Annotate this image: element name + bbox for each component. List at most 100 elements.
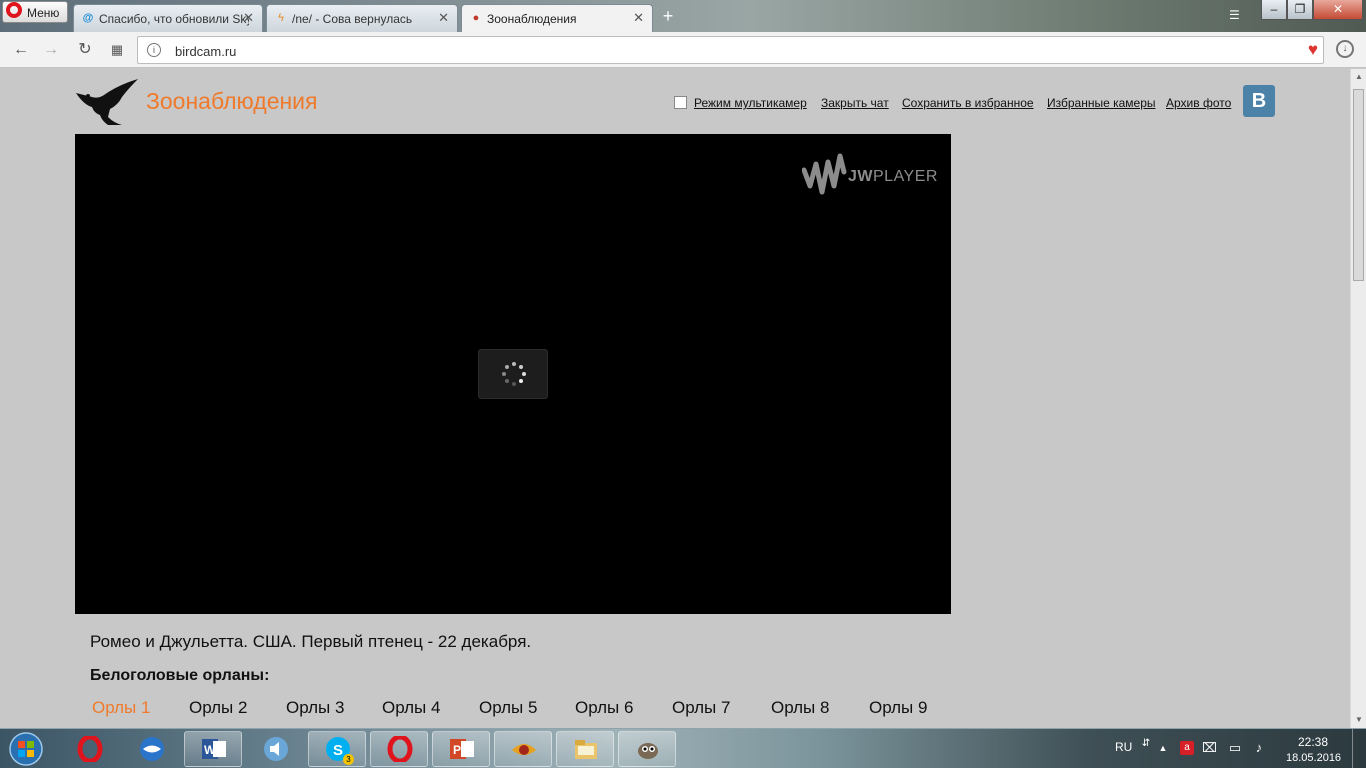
- opera-icon: [387, 736, 413, 762]
- scroll-down-icon[interactable]: ▼: [1351, 712, 1366, 728]
- scroll-up-icon[interactable]: ▲: [1351, 69, 1366, 85]
- jwplayer-wordmark: JWPLAYER: [848, 168, 938, 186]
- stream-caption: Ромео и Джульетта. США. Первый птенец - …: [90, 632, 532, 651]
- close-chat-link[interactable]: Закрыть чат: [821, 96, 889, 110]
- reload-icon[interactable]: ↻: [75, 40, 95, 60]
- svg-text:P: P: [453, 743, 461, 757]
- download-icon[interactable]: ↓: [1336, 40, 1354, 58]
- taskbar-opera[interactable]: [60, 731, 118, 767]
- spinner-icon: [502, 362, 526, 386]
- skype-badge: 3: [343, 754, 354, 765]
- word-icon: W: [202, 739, 226, 759]
- heart-icon[interactable]: ♥: [1308, 41, 1318, 59]
- speaker-app-icon: [264, 737, 288, 761]
- page-scrollbar[interactable]: ▲ ▼: [1350, 69, 1366, 728]
- camera-links: Орлы 1 Орлы 2 Орлы 3 Орлы 4 Орлы 5 Орлы …: [0, 698, 1000, 720]
- bird-logo-icon[interactable]: [74, 77, 140, 129]
- close-window-button[interactable]: ✕: [1313, 0, 1363, 20]
- photo-archive-link[interactable]: Архив фото: [1166, 96, 1231, 110]
- loading-spinner: [478, 349, 548, 399]
- menu-label: Меню: [27, 6, 60, 20]
- clock-time[interactable]: 22:38: [1298, 735, 1328, 749]
- close-icon[interactable]: ✕: [243, 10, 254, 26]
- speed-dial-grid-icon[interactable]: ▦: [107, 40, 127, 60]
- browser-tab-bar: Меню @ Спасибо, что обновили Skype ✕ ϟ /…: [0, 0, 1366, 32]
- windows-taskbar: W S 3 P RU ⇵ ▲ a ⌧ ▭ ♪ 22:38 18.05.2016: [0, 728, 1366, 768]
- tab-birdcam[interactable]: ● Зоонаблюдения ✕: [461, 4, 653, 32]
- close-icon[interactable]: ✕: [438, 10, 449, 26]
- show-hidden-icons-icon[interactable]: ▲: [1156, 741, 1170, 755]
- tab-title: /ne/ - Сова вернулась: [292, 12, 413, 26]
- bolt-icon: ϟ: [278, 12, 284, 24]
- volume-icon[interactable]: ♪: [1252, 741, 1266, 755]
- new-tab-button[interactable]: +: [658, 6, 678, 26]
- system-tray: RU ⇵ ▲ a ⌧ ▭ ♪ 22:38 18.05.2016: [1110, 729, 1366, 768]
- camera-link-2[interactable]: Орлы 2: [189, 698, 247, 718]
- minimize-button[interactable]: –: [1261, 0, 1287, 20]
- back-arrow-icon[interactable]: ←: [11, 40, 31, 60]
- camera-link-4[interactable]: Орлы 4: [382, 698, 440, 718]
- tab-ne[interactable]: ϟ /ne/ - Сова вернулась ✕: [266, 4, 458, 32]
- gimp-icon: [638, 743, 658, 759]
- show-desktop-button[interactable]: [1352, 729, 1366, 768]
- maximize-button[interactable]: ❐: [1287, 0, 1313, 20]
- taskbar-word[interactable]: W: [184, 731, 242, 767]
- multicam-checkbox[interactable]: [674, 96, 687, 109]
- jwplayer-wave-icon: [802, 153, 847, 195]
- taskbar-gimp[interactable]: [618, 731, 676, 767]
- forward-arrow-icon[interactable]: →: [41, 40, 61, 60]
- opera-logo-icon: [6, 2, 22, 18]
- network-icon[interactable]: ▭: [1228, 741, 1242, 755]
- jw-bold: JW: [848, 168, 873, 185]
- svg-text:S: S: [333, 742, 343, 759]
- section-heading: Белоголовые орланы:: [90, 667, 270, 684]
- thunderbird-icon: [140, 737, 164, 761]
- taskbar-speaker-app[interactable]: [246, 731, 304, 767]
- antivirus-icon[interactable]: a: [1180, 741, 1194, 755]
- camera-link-5[interactable]: Орлы 5: [479, 698, 537, 718]
- close-icon[interactable]: ✕: [633, 10, 644, 26]
- video-player[interactable]: JWPLAYER: [75, 134, 951, 614]
- camera-link-7[interactable]: Орлы 7: [672, 698, 730, 718]
- tab-skype[interactable]: @ Спасибо, что обновили Skype ✕: [73, 4, 263, 32]
- scrollbar-thumb[interactable]: [1353, 89, 1364, 281]
- tab-title: Спасибо, что обновили Skype: [99, 12, 249, 26]
- url-text: birdcam.ru: [175, 44, 237, 59]
- site-info-icon[interactable]: i: [147, 43, 161, 57]
- tab-menu-icon[interactable]: ☰: [1229, 8, 1240, 22]
- tab-title: Зоонаблюдения: [487, 12, 577, 26]
- taskbar-thunderbird[interactable]: [122, 731, 180, 767]
- site-logo-text[interactable]: Зоонаблюдения: [146, 88, 318, 115]
- page-content: Зоонаблюдения Режим мультикамер Закрыть …: [0, 69, 1350, 728]
- taskbar-explorer[interactable]: [556, 731, 614, 767]
- start-button[interactable]: [4, 731, 48, 767]
- camera-link-1[interactable]: Орлы 1: [92, 698, 150, 718]
- at-icon: @: [82, 12, 94, 24]
- taskbar-skype[interactable]: S 3: [308, 731, 366, 767]
- language-indicator[interactable]: RU: [1115, 740, 1132, 754]
- keyboard-icon[interactable]: ⇵: [1139, 737, 1153, 751]
- bird-favicon: ●: [472, 12, 480, 24]
- save-favorites-link[interactable]: Сохранить в избранное: [902, 96, 1034, 110]
- powerpoint-icon: P: [450, 739, 474, 759]
- address-bar-row: ← → ↻ ▦ i birdcam.ru ♥ ↓: [0, 32, 1366, 68]
- clock-date[interactable]: 18.05.2016: [1286, 752, 1341, 764]
- taskbar-powerpoint[interactable]: P: [432, 731, 490, 767]
- camera-link-6[interactable]: Орлы 6: [575, 698, 633, 718]
- svg-text:W: W: [204, 743, 216, 757]
- opera-menu-button[interactable]: Меню: [2, 1, 68, 23]
- opera-icon: [77, 736, 103, 762]
- camera-link-3[interactable]: Орлы 3: [286, 698, 344, 718]
- xnview-icon: [512, 744, 536, 755]
- usb-device-icon[interactable]: ⌧: [1202, 741, 1217, 755]
- taskbar-xnview[interactable]: [494, 731, 552, 767]
- address-field[interactable]: i birdcam.ru ♥: [137, 36, 1324, 64]
- multicam-mode-link[interactable]: Режим мультикамер: [694, 96, 807, 110]
- vk-share-button[interactable]: В: [1243, 85, 1275, 117]
- jwplayer-logo: JWPLAYER: [802, 152, 937, 198]
- camera-link-8[interactable]: Орлы 8: [771, 698, 829, 718]
- favorite-cams-link[interactable]: Избранные камеры: [1047, 96, 1156, 110]
- jw-thin: PLAYER: [873, 168, 938, 185]
- taskbar-opera-active[interactable]: [370, 731, 428, 767]
- camera-link-9[interactable]: Орлы 9: [869, 698, 927, 718]
